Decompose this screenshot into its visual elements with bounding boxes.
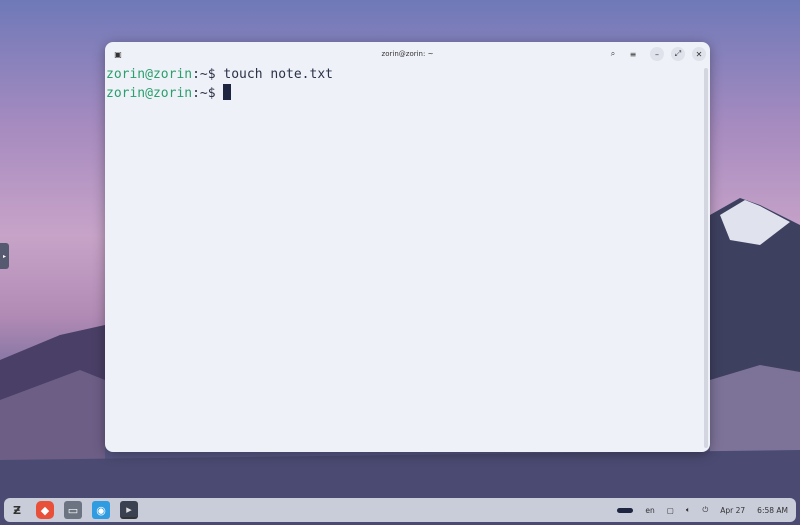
side-panel-handle[interactable]: ▸: [0, 243, 9, 269]
battery-icon[interactable]: [617, 507, 634, 513]
close-button[interactable]: ✕: [692, 47, 706, 61]
system-tray: en ▢ 🔈︎ ⏻ Apr 27 6:58 AM: [617, 498, 788, 522]
new-tab-icon[interactable]: ▣: [111, 47, 125, 61]
search-icon[interactable]: ⌕: [606, 47, 620, 61]
terminal-window: ▣ zorin@zorin: ~ ⌕ ≡ – ⤢ ✕ zorin@zorin:~…: [105, 42, 710, 452]
scrollbar[interactable]: [704, 68, 708, 448]
network-icon[interactable]: ▢: [667, 506, 674, 515]
command-text: touch note.txt: [215, 67, 333, 82]
taskbar: Ƶ ◆ ▭ ◉ ▸ en ▢ 🔈︎ ⏻ Apr 27 6:58 AM: [4, 498, 796, 522]
power-icon[interactable]: ⏻: [702, 505, 708, 515]
files-icon[interactable]: ▭: [64, 501, 82, 519]
command-text: [216, 86, 224, 101]
language-indicator[interactable]: en: [645, 506, 654, 515]
zorin-menu-icon[interactable]: Ƶ: [8, 501, 26, 519]
menu-icon[interactable]: ≡: [626, 47, 640, 61]
terminal-output[interactable]: zorin@zorin:~$ touch note.txt zorin@zori…: [105, 66, 710, 103]
title-bar[interactable]: ▣ zorin@zorin: ~ ⌕ ≡ – ⤢ ✕: [105, 42, 710, 66]
text-cursor: [223, 84, 232, 100]
prompt-user: zorin@zorin: [106, 86, 193, 101]
date[interactable]: Apr 27: [720, 506, 745, 515]
software-store-icon[interactable]: ◉: [92, 501, 110, 519]
maximize-button[interactable]: ⤢: [671, 47, 685, 61]
brave-browser-icon[interactable]: ◆: [36, 501, 54, 519]
volume-icon[interactable]: 🔈︎: [686, 505, 691, 515]
minimize-button[interactable]: –: [650, 47, 664, 61]
window-title: zorin@zorin: ~: [381, 50, 434, 58]
prompt-path: :~$: [192, 86, 216, 101]
prompt-path: :~$: [192, 67, 216, 82]
prompt-user: zorin@zorin: [106, 67, 193, 82]
terminal-app-icon[interactable]: ▸: [120, 501, 138, 519]
terminal-line: zorin@zorin:~$: [106, 84, 709, 103]
terminal-line: zorin@zorin:~$ touch note.txt: [106, 66, 709, 84]
clock[interactable]: 6:58 AM: [757, 506, 788, 515]
